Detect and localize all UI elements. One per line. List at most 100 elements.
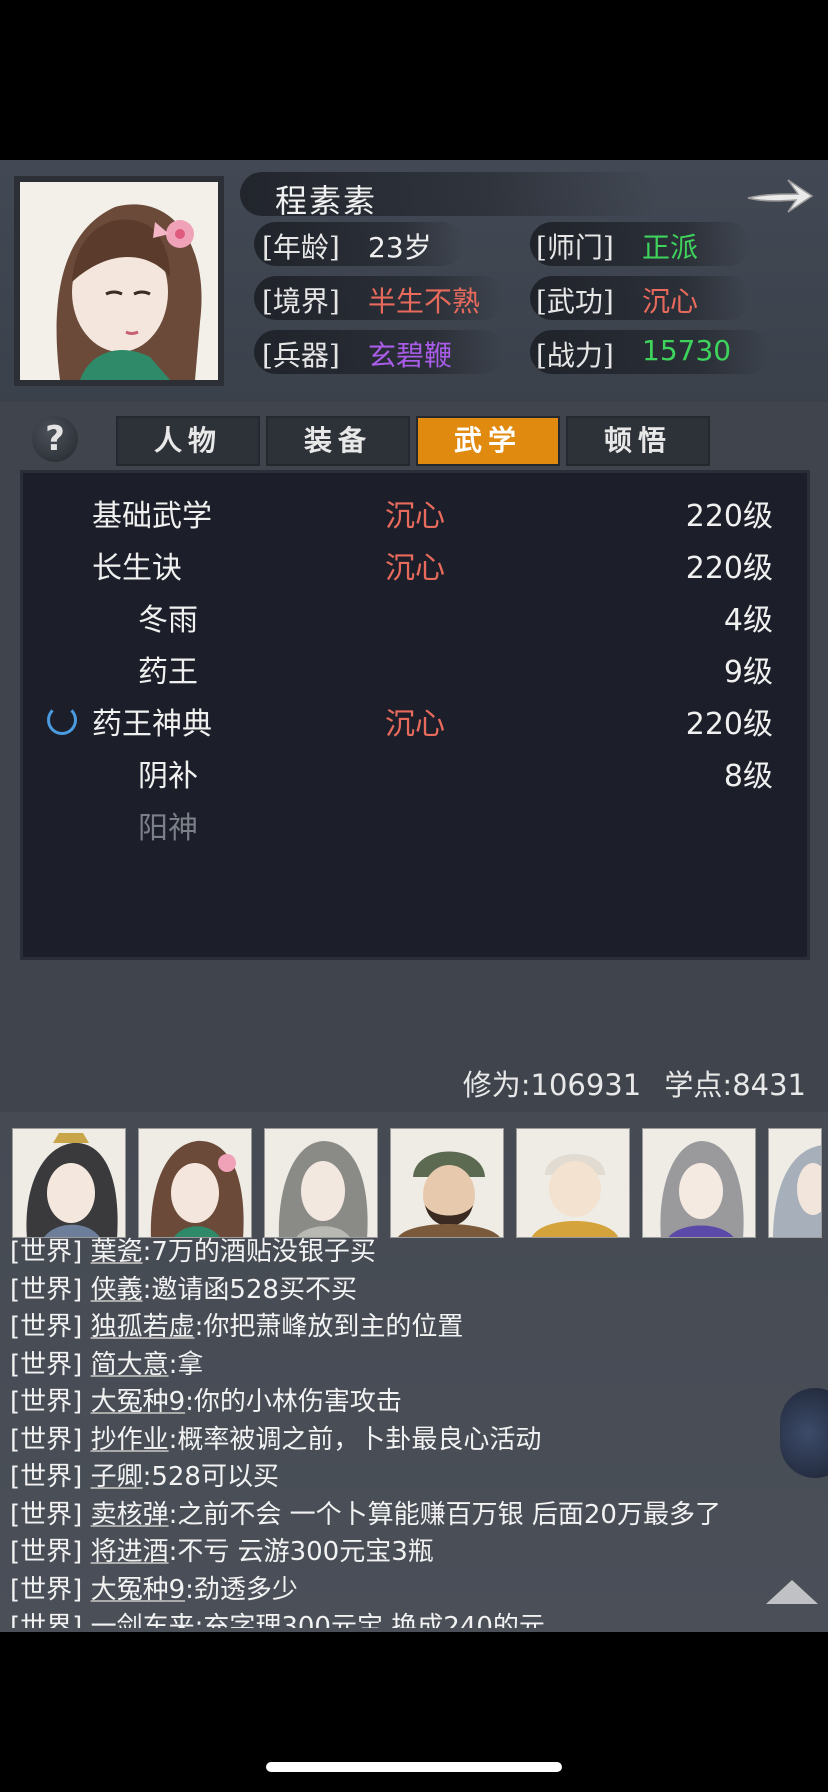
chat-username[interactable]: 简大意 bbox=[91, 1350, 169, 1380]
character-header: 程素素 [年龄] 23岁 [师门] 正派 [境界] 半生不熟 [武功] 沉心 [… bbox=[0, 160, 828, 402]
stat-value-weapon: 玄碧鞭 bbox=[368, 339, 453, 372]
skill-row[interactable]: 药王 9级 bbox=[23, 641, 807, 693]
skill-name: 阴补 bbox=[138, 759, 198, 794]
chat-username[interactable]: 卖核弹 bbox=[91, 1500, 169, 1530]
npc-portrait[interactable] bbox=[768, 1128, 822, 1238]
stat-label-realm: [境界] bbox=[262, 285, 340, 318]
chat-text: :邀请函528买不买 bbox=[142, 1274, 357, 1305]
loading-spinner-icon bbox=[47, 705, 77, 735]
chat-message: [世界] 一剑东来:充字理300元宝 换成240的元 bbox=[10, 1609, 770, 1628]
chat-text: :528可以买 bbox=[142, 1462, 279, 1492]
stat-value-realm: 半生不熟 bbox=[368, 285, 481, 318]
chat-text: :充字理300元宝 换成240的元 bbox=[194, 1612, 545, 1628]
chat-username[interactable]: 大冤种9 bbox=[91, 1575, 186, 1605]
skill-row[interactable]: 长生诀 沉心 220级 bbox=[23, 537, 807, 589]
chat-username[interactable]: 葉瓷 bbox=[91, 1237, 143, 1267]
chat-message: [世界] 卖核弹:之前不会 一个卜算能赚百万银 后面20万最多了 bbox=[10, 1497, 770, 1535]
chat-text: :概率被调之前，卜卦最良心活动 bbox=[168, 1424, 542, 1455]
chat-log[interactable]: [世界] 葉瓷:7万的酒贴没银子买 [世界] 侠義:邀请函528买不买 [世界]… bbox=[10, 1234, 770, 1628]
chat-username[interactable]: 一剑东来 bbox=[91, 1612, 195, 1628]
stat-label-power: [战力] bbox=[536, 339, 614, 372]
stat-label-weapon: [兵器] bbox=[262, 339, 340, 372]
scroll-up-icon[interactable] bbox=[766, 1580, 818, 1604]
stat-value-sect: 正派 bbox=[642, 231, 699, 264]
skill-row[interactable]: 基础武学 沉心 220级 bbox=[23, 485, 807, 537]
npc-portrait[interactable] bbox=[642, 1128, 756, 1238]
chat-channel: [世界] bbox=[10, 1312, 83, 1342]
stat-label-age: [年龄] bbox=[262, 231, 340, 264]
chat-username[interactable]: 子卿 bbox=[91, 1462, 143, 1492]
chat-username[interactable]: 将进酒 bbox=[91, 1537, 169, 1567]
chat-message: [世界] 大冤种9:劲透多少 bbox=[10, 1572, 770, 1610]
cultivation-stats: 修为:106931 学点:8431 bbox=[449, 1062, 806, 1104]
skill-name: 基础武学 bbox=[92, 499, 212, 534]
skill-level: 220级 bbox=[685, 707, 773, 742]
chat-channel: [世界] bbox=[10, 1537, 83, 1567]
chat-text: :拿 bbox=[168, 1349, 204, 1380]
chat-message: [世界] 大冤种9:你的小林伤害攻击 bbox=[10, 1384, 770, 1422]
chat-text: :劲透多少 bbox=[185, 1574, 298, 1605]
skill-level: 9级 bbox=[723, 655, 773, 690]
chat-message: [世界] 葉瓷:7万的酒贴没银子买 bbox=[10, 1234, 770, 1272]
stat-value-power: 15730 bbox=[642, 334, 732, 367]
tab-enlightenment[interactable]: 顿悟 bbox=[566, 416, 710, 466]
chat-username[interactable]: 侠義 bbox=[91, 1275, 143, 1305]
game-screen: 程素素 [年龄] 23岁 [师门] 正派 [境界] 半生不熟 [武功] 沉心 [… bbox=[0, 0, 828, 1792]
skill-name: 冬雨 bbox=[138, 603, 198, 638]
tab-martial-arts[interactable]: 武学 bbox=[416, 416, 560, 466]
skill-level: 4级 bbox=[723, 603, 773, 638]
npc-portrait[interactable] bbox=[12, 1128, 126, 1238]
skill-row[interactable]: 阳神 bbox=[23, 797, 807, 849]
skill-name: 药王神典 bbox=[92, 707, 212, 742]
stat-label-sect: [师门] bbox=[536, 231, 614, 264]
chat-channel: [世界] bbox=[10, 1499, 83, 1530]
study-points-value: 学点:8431 bbox=[664, 1068, 806, 1102]
stat-value-age: 23岁 bbox=[368, 231, 432, 264]
chat-message: [世界] 独孤若虚:你把萧峰放到主的位置 bbox=[10, 1309, 770, 1347]
skill-row[interactable]: 阴补 8级 bbox=[23, 745, 807, 797]
skill-style: 沉心 bbox=[385, 499, 445, 534]
chat-message: [世界] 抄作业:概率被调之前，卜卦最良心活动 bbox=[10, 1422, 770, 1460]
chat-text: :不亏 云游300元宝3瓶 bbox=[168, 1537, 434, 1567]
skill-row[interactable]: 药王神典 沉心 220级 bbox=[23, 693, 807, 745]
portrait-frame bbox=[14, 176, 224, 386]
chat-message: [世界] 将进酒:不亏 云游300元宝3瓶 bbox=[10, 1534, 770, 1572]
chat-channel: [世界] bbox=[10, 1574, 83, 1605]
skill-level: 220级 bbox=[685, 499, 773, 534]
tab-character[interactable]: 人物 bbox=[116, 416, 260, 466]
skill-name: 长生诀 bbox=[92, 551, 182, 586]
bottom-area: [世界] 葉瓷:7万的酒贴没银子买 [世界] 侠義:邀请函528买不买 [世界]… bbox=[0, 1112, 828, 1632]
skill-style: 沉心 bbox=[385, 551, 445, 586]
chat-message: [世界] 子卿:528可以买 bbox=[10, 1459, 770, 1497]
home-indicator[interactable] bbox=[266, 1762, 562, 1772]
skill-name: 药王 bbox=[138, 655, 198, 690]
character-portrait[interactable] bbox=[20, 182, 218, 380]
tab-equipment[interactable]: 装备 bbox=[266, 416, 410, 466]
skill-row[interactable]: 冬雨 4级 bbox=[23, 589, 807, 641]
next-character-arrow-icon[interactable] bbox=[744, 174, 816, 218]
chat-channel: [世界] bbox=[10, 1349, 83, 1380]
chat-channel: [世界] bbox=[10, 1612, 83, 1628]
skills-list: 基础武学 沉心 220级 长生诀 沉心 220级 冬雨 4级 药王 9级 药王神… bbox=[20, 470, 810, 960]
chat-username[interactable]: 大冤种9 bbox=[91, 1387, 186, 1417]
npc-portrait[interactable] bbox=[264, 1128, 378, 1238]
stat-value-martial: 沉心 bbox=[642, 285, 699, 318]
help-icon[interactable]: ? bbox=[32, 416, 78, 462]
chat-username[interactable]: 独孤若虚 bbox=[91, 1312, 195, 1342]
chat-channel: [世界] bbox=[10, 1424, 83, 1455]
chat-channel: [世界] bbox=[10, 1462, 83, 1492]
chat-text: :之前不会 一个卜算能赚百万银 后面20万最多了 bbox=[168, 1499, 721, 1530]
skill-level: 8级 bbox=[723, 759, 773, 794]
character-name: 程素素 bbox=[275, 182, 378, 220]
skill-style: 沉心 bbox=[385, 707, 445, 742]
npc-portrait[interactable] bbox=[390, 1128, 504, 1238]
chat-channel: [世界] bbox=[10, 1387, 83, 1417]
chat-channel: [世界] bbox=[10, 1237, 83, 1267]
npc-portrait[interactable] bbox=[138, 1128, 252, 1238]
chat-username[interactable]: 抄作业 bbox=[91, 1425, 169, 1455]
chat-text: :你把萧峰放到主的位置 bbox=[194, 1312, 464, 1342]
skill-name: 阳神 bbox=[138, 811, 198, 846]
chat-message: [世界] 简大意:拿 bbox=[10, 1347, 770, 1385]
side-menu-icon[interactable] bbox=[780, 1388, 828, 1478]
npc-portrait[interactable] bbox=[516, 1128, 630, 1238]
